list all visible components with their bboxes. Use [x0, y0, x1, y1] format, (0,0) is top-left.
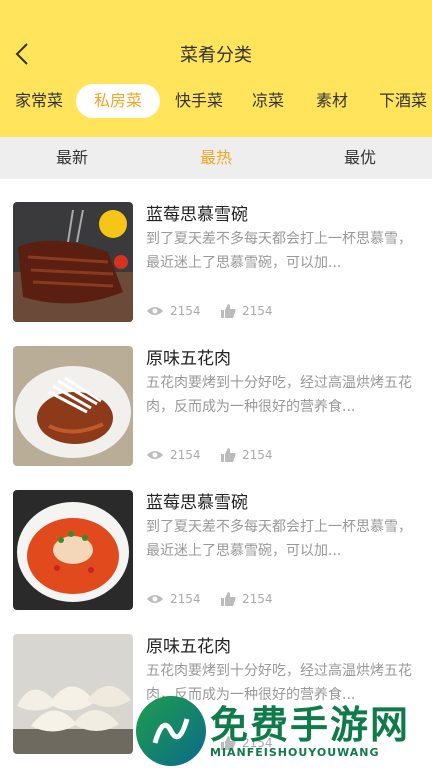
eye-icon	[147, 307, 163, 315]
thumbs-up-icon	[221, 448, 236, 462]
header-bar: 菜肴分类 家常菜 私房菜 快手菜 凉菜 素材 下酒菜	[0, 0, 432, 137]
views-count: 2154	[170, 304, 201, 318]
eye-icon	[147, 595, 163, 603]
watermark-subtext: MIANFEISHOUYOUWANG	[210, 746, 380, 759]
page-title: 菜肴分类	[180, 45, 252, 66]
recipe-item[interactable]: 蓝莓思慕雪碗 到了夏天差不多每天都会打上一杯思慕雪，最近迷上了思慕雪碗，可以加.…	[0, 467, 432, 611]
category-tab-1[interactable]: 私房菜	[76, 84, 160, 118]
likes-count: 2154	[242, 448, 273, 462]
views-stat: 2154	[146, 302, 201, 320]
recipe-desc: 到了夏天差不多每天都会打上一杯思慕雪，最近迷上了思慕雪碗，可以加...	[146, 231, 412, 271]
thumbs-up-icon	[221, 592, 236, 606]
sort-tab-newest[interactable]: 最新	[0, 137, 144, 179]
recipe-image-dumplings	[13, 634, 133, 754]
category-tab-4[interactable]: 素材	[309, 84, 355, 118]
sort-tab-best[interactable]: 最优	[288, 137, 432, 179]
eye-icon	[147, 451, 163, 459]
likes-stat[interactable]: 2154	[221, 590, 273, 608]
recipe-image-grilled-ribs	[13, 202, 133, 322]
recipe-desc: 到了夏天差不多每天都会打上一杯思慕雪，最近迷上了思慕雪碗，可以加...	[146, 519, 412, 559]
views-stat: 2154	[146, 446, 201, 464]
recipe-item[interactable]: 原味五花肉 五花肉要烤到十分好吃，经过高温烘烤五花肉，反而成为一种很好的营养食.…	[0, 323, 432, 467]
thumbs-up-icon	[221, 304, 236, 318]
recipe-item[interactable]: 蓝莓思慕雪碗 到了夏天差不多每天都会打上一杯思慕雪，最近迷上了思慕雪碗，可以加.…	[0, 179, 432, 323]
watermark-text: 免费手游网	[210, 703, 411, 747]
views-count: 2154	[170, 592, 201, 606]
likes-stat[interactable]: 2154	[221, 446, 273, 464]
recipe-title: 原味五花肉	[146, 637, 231, 657]
likes-count: 2154	[242, 592, 273, 606]
recipe-image-shredded-pork-plate	[13, 346, 133, 466]
likes-count: 2154	[242, 304, 273, 318]
sort-tab-hottest[interactable]: 最热	[144, 137, 288, 179]
recipe-title: 原味五花肉	[146, 349, 231, 369]
recipe-image-spicy-fish-soup	[13, 490, 133, 610]
category-tab-5[interactable]: 下酒菜	[372, 84, 432, 118]
views-stat: 2154	[146, 590, 201, 608]
category-tab-3[interactable]: 凉菜	[245, 84, 291, 118]
site-watermark: 免费手游网 MIANFEISHOUYOUWANG	[136, 690, 432, 768]
likes-stat[interactable]: 2154	[221, 302, 273, 320]
recipe-title: 蓝莓思慕雪碗	[146, 205, 248, 225]
watermark-logo-icon	[136, 696, 206, 766]
sort-tabs: 最新 最热 最优	[0, 137, 432, 179]
views-count: 2154	[170, 448, 201, 462]
category-tab-0[interactable]: 家常菜	[8, 84, 70, 118]
category-tabs: 家常菜 私房菜 快手菜 凉菜 素材 下酒菜	[0, 84, 432, 118]
category-tab-2[interactable]: 快手菜	[168, 84, 230, 118]
recipe-desc: 五花肉要烤到十分好吃，经过高温烘烤五花肉，反而成为一种很好的营养食...	[146, 375, 412, 415]
recipe-title: 蓝莓思慕雪碗	[146, 493, 248, 513]
